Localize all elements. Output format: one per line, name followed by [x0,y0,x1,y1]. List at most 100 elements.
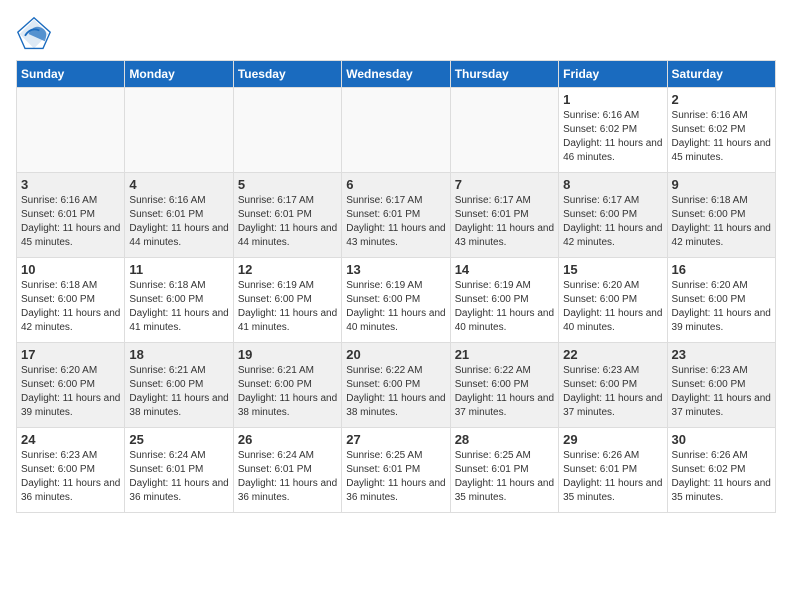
date-number: 11 [129,262,228,277]
date-number: 6 [346,177,445,192]
date-number: 23 [672,347,771,362]
date-number: 27 [346,432,445,447]
calendar-cell: 9 Sunrise: 6:18 AM Sunset: 6:00 PM Daylig… [667,173,775,258]
calendar-cell: 18 Sunrise: 6:21 AM Sunset: 6:00 PM Dayli… [125,343,233,428]
weekday-header: Thursday [450,61,558,88]
calendar-cell: 3 Sunrise: 6:16 AM Sunset: 6:01 PM Daylig… [17,173,125,258]
date-number: 16 [672,262,771,277]
weekday-header: Sunday [17,61,125,88]
cell-info: Sunrise: 6:20 AM Sunset: 6:00 PM Dayligh… [21,364,120,420]
calendar-cell: 13 Sunrise: 6:19 AM Sunset: 6:00 PM Dayli… [342,258,450,343]
date-number: 26 [238,432,337,447]
cell-info: Sunrise: 6:17 AM Sunset: 6:01 PM Dayligh… [455,194,554,250]
cell-info: Sunrise: 6:19 AM Sunset: 6:00 PM Dayligh… [455,279,554,335]
cell-info: Sunrise: 6:18 AM Sunset: 6:00 PM Dayligh… [672,194,771,250]
calendar-cell: 16 Sunrise: 6:20 AM Sunset: 6:00 PM Dayli… [667,258,775,343]
calendar-cell: 15 Sunrise: 6:20 AM Sunset: 6:00 PM Dayli… [559,258,667,343]
weekday-header: Friday [559,61,667,88]
calendar-cell: 25 Sunrise: 6:24 AM Sunset: 6:01 PM Dayli… [125,428,233,513]
date-number: 5 [238,177,337,192]
calendar-body: 1 Sunrise: 6:16 AM Sunset: 6:02 PM Daylig… [17,88,776,513]
calendar-table: SundayMondayTuesdayWednesdayThursdayFrid… [16,60,776,513]
weekday-header: Tuesday [233,61,341,88]
date-number: 9 [672,177,771,192]
date-number: 1 [563,92,662,107]
logo-icon [16,16,52,52]
date-number: 25 [129,432,228,447]
calendar-cell: 21Sunrise: 6:22 AM Sunset: 6:00 PM Dayli… [450,343,558,428]
calendar-cell: 17 Sunrise: 6:20 AM Sunset: 6:00 PM Dayli… [17,343,125,428]
calendar-cell: 24Sunrise: 6:23 AM Sunset: 6:00 PM Dayli… [17,428,125,513]
calendar-cell: 19 Sunrise: 6:21 AM Sunset: 6:00 PM Dayli… [233,343,341,428]
calendar-cell: 22 Sunrise: 6:23 AM Sunset: 6:00 PM Dayli… [559,343,667,428]
cell-info: Sunrise: 6:16 AM Sunset: 6:01 PM Dayligh… [129,194,228,250]
calendar-cell: 2 Sunrise: 6:16 AM Sunset: 6:02 PM Daylig… [667,88,775,173]
date-number: 15 [563,262,662,277]
date-number: 17 [21,347,120,362]
date-number: 19 [238,347,337,362]
cell-info: Sunrise: 6:17 AM Sunset: 6:00 PM Dayligh… [563,194,662,250]
calendar-cell [17,88,125,173]
calendar-cell: 4 Sunrise: 6:16 AM Sunset: 6:01 PM Daylig… [125,173,233,258]
calendar-cell: 26 Sunrise: 6:24 AM Sunset: 6:01 PM Dayli… [233,428,341,513]
cell-info: Sunrise: 6:23 AM Sunset: 6:00 PM Dayligh… [672,364,771,420]
cell-info: Sunrise: 6:17 AM Sunset: 6:01 PM Dayligh… [238,194,337,250]
date-number: 14 [455,262,554,277]
cell-info: Sunrise: 6:25 AM Sunset: 6:01 PM Dayligh… [455,449,554,505]
calendar-cell: 20 Sunrise: 6:22 AM Sunset: 6:00 PM Dayli… [342,343,450,428]
date-number: 29 [563,432,662,447]
cell-info: Sunrise: 6:22 AM Sunset: 6:00 PM Dayligh… [346,364,445,420]
cell-info: Sunrise: 6:21 AM Sunset: 6:00 PM Dayligh… [238,364,337,420]
date-number: 22 [563,347,662,362]
calendar-week-row: 1 Sunrise: 6:16 AM Sunset: 6:02 PM Daylig… [17,88,776,173]
cell-info: Sunrise: 6:26 AM Sunset: 6:02 PM Dayligh… [672,449,771,505]
weekday-header-row: SundayMondayTuesdayWednesdayThursdayFrid… [17,61,776,88]
cell-info: Sunrise: 6:24 AM Sunset: 6:01 PM Dayligh… [129,449,228,505]
date-number: 18 [129,347,228,362]
calendar-cell: 11 Sunrise: 6:18 AM Sunset: 6:00 PM Dayli… [125,258,233,343]
cell-info: Sunrise: 6:25 AM Sunset: 6:01 PM Dayligh… [346,449,445,505]
date-number: 20 [346,347,445,362]
date-number: 10 [21,262,120,277]
weekday-header: Wednesday [342,61,450,88]
cell-info: Sunrise: 6:24 AM Sunset: 6:01 PM Dayligh… [238,449,337,505]
weekday-header: Saturday [667,61,775,88]
cell-info: Sunrise: 6:16 AM Sunset: 6:01 PM Dayligh… [21,194,120,250]
date-number: 7 [455,177,554,192]
date-number: 13 [346,262,445,277]
calendar-cell [342,88,450,173]
cell-info: Sunrise: 6:16 AM Sunset: 6:02 PM Dayligh… [563,109,662,165]
date-number: 4 [129,177,228,192]
date-number: 24 [21,432,120,447]
calendar-week-row: 3 Sunrise: 6:16 AM Sunset: 6:01 PM Daylig… [17,173,776,258]
calendar-cell [450,88,558,173]
calendar-cell: 8Sunrise: 6:17 AM Sunset: 6:00 PM Daylig… [559,173,667,258]
cell-info: Sunrise: 6:19 AM Sunset: 6:00 PM Dayligh… [346,279,445,335]
cell-info: Sunrise: 6:20 AM Sunset: 6:00 PM Dayligh… [672,279,771,335]
weekday-header: Monday [125,61,233,88]
date-number: 28 [455,432,554,447]
calendar-cell [233,88,341,173]
cell-info: Sunrise: 6:18 AM Sunset: 6:00 PM Dayligh… [129,279,228,335]
cell-info: Sunrise: 6:16 AM Sunset: 6:02 PM Dayligh… [672,109,771,165]
calendar-cell: 27 Sunrise: 6:25 AM Sunset: 6:01 PM Dayli… [342,428,450,513]
cell-info: Sunrise: 6:18 AM Sunset: 6:00 PM Dayligh… [21,279,120,335]
calendar-cell: 23 Sunrise: 6:23 AM Sunset: 6:00 PM Dayli… [667,343,775,428]
calendar-week-row: 24Sunrise: 6:23 AM Sunset: 6:00 PM Dayli… [17,428,776,513]
date-number: 3 [21,177,120,192]
calendar-cell [125,88,233,173]
date-number: 30 [672,432,771,447]
calendar-week-row: 10 Sunrise: 6:18 AM Sunset: 6:00 PM Dayli… [17,258,776,343]
calendar-cell: 30 Sunrise: 6:26 AM Sunset: 6:02 PM Dayli… [667,428,775,513]
cell-info: Sunrise: 6:26 AM Sunset: 6:01 PM Dayligh… [563,449,662,505]
calendar-cell: 14 Sunrise: 6:19 AM Sunset: 6:00 PM Dayli… [450,258,558,343]
logo [16,16,58,52]
calendar-cell: 28 Sunrise: 6:25 AM Sunset: 6:01 PM Dayli… [450,428,558,513]
calendar-cell: 1 Sunrise: 6:16 AM Sunset: 6:02 PM Daylig… [559,88,667,173]
date-number: 21 [455,347,554,362]
cell-info: Sunrise: 6:20 AM Sunset: 6:00 PM Dayligh… [563,279,662,335]
cell-info: Sunrise: 6:23 AM Sunset: 6:00 PM Dayligh… [563,364,662,420]
date-number: 12 [238,262,337,277]
cell-info: Sunrise: 6:21 AM Sunset: 6:00 PM Dayligh… [129,364,228,420]
date-number: 2 [672,92,771,107]
